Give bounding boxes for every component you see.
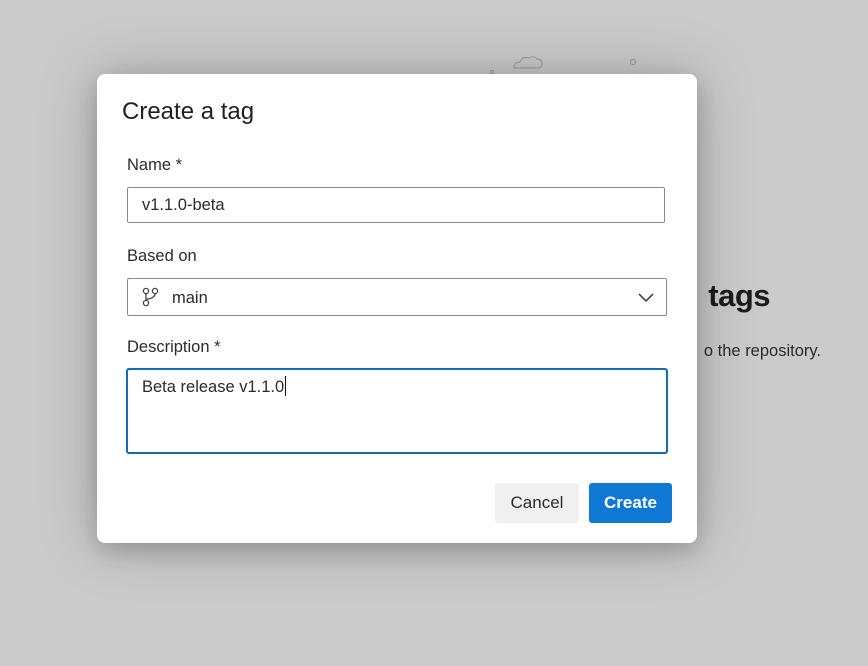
chevron-down-icon[interactable]	[638, 291, 654, 303]
branch-icon	[142, 287, 159, 307]
description-label: Description *	[127, 338, 221, 356]
based-on-value: main	[172, 289, 208, 307]
dialog-title: Create a tag	[122, 98, 255, 125]
description-textarea[interactable]: Beta release v1.1.0	[126, 368, 668, 454]
based-on-label: Based on	[127, 247, 197, 265]
description-text: Beta release v1.1.0	[142, 378, 285, 396]
name-input[interactable]: v1.1.0-beta	[127, 187, 665, 223]
create-tag-dialog: Create a tag Name * v1.1.0-beta Based on…	[97, 74, 697, 543]
cancel-button[interactable]: Cancel	[495, 483, 579, 523]
create-button[interactable]: Create	[589, 483, 672, 523]
text-caret	[285, 376, 287, 396]
based-on-dropdown[interactable]: main	[127, 278, 667, 316]
page: tags o the repository. Create a tag Name…	[0, 0, 868, 666]
name-label: Name *	[127, 156, 183, 174]
